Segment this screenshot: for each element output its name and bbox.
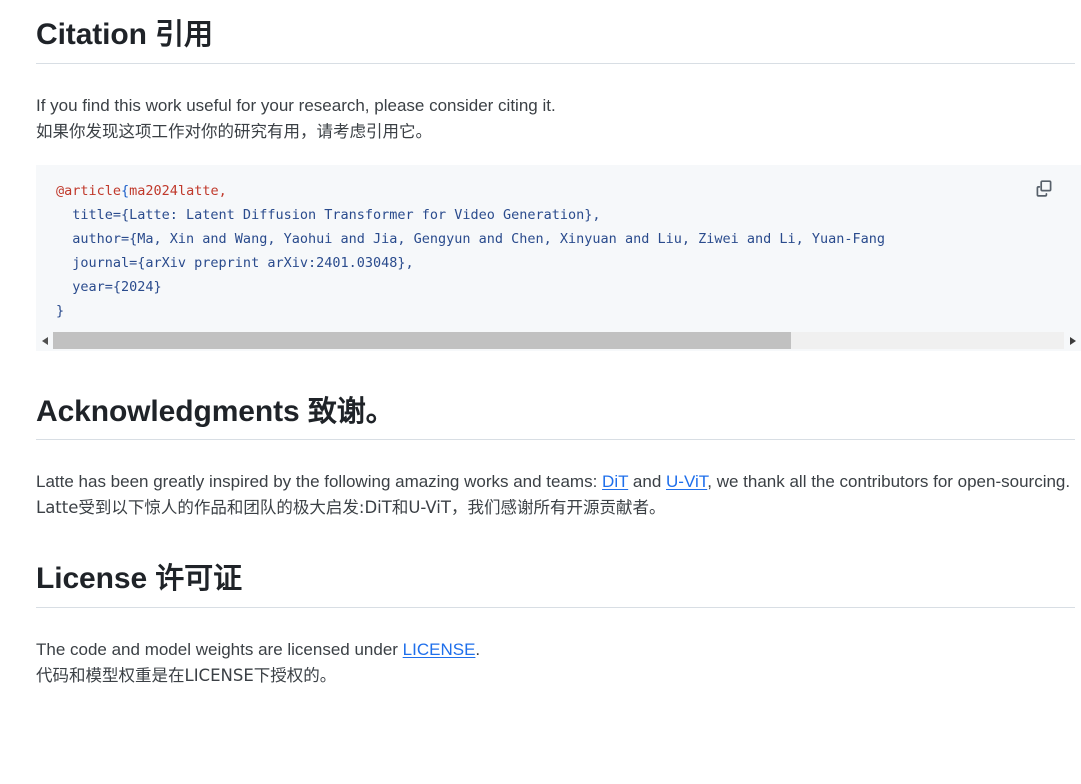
- scrollbar-track[interactable]: [53, 332, 1064, 350]
- license-paragraph-en: The code and model weights are licensed …: [36, 637, 1075, 663]
- code-horizontal-scrollbar[interactable]: [36, 330, 1081, 351]
- license-heading-cjk: 许可证: [155, 561, 242, 596]
- scrollbar-thumb[interactable]: [53, 332, 792, 350]
- citation-heading: Citation 引用: [36, 17, 1075, 64]
- citation-code-block: @article{ma2024latte, title={Latte: Late…: [36, 164, 1081, 351]
- acknowledgments-heading-en: Acknowledgments: [36, 394, 300, 428]
- license-paragraph-cjk: 代码和模型权重是在LICENSE下授权的。: [36, 663, 1075, 689]
- code-open-brace: {: [121, 182, 130, 199]
- citation-heading-en: Citation: [36, 18, 147, 51]
- license-text-part2: .: [475, 639, 481, 659]
- acknowledgments-heading-cjk: 致谢。: [307, 393, 395, 428]
- ack-text-part1: Latte has been greatly inspired by the f…: [36, 472, 603, 492]
- link-u-vit[interactable]: U-ViT: [666, 472, 707, 491]
- license-heading: License 许可证: [36, 561, 1075, 608]
- copy-icon[interactable]: [1031, 175, 1057, 201]
- chevron-right-glyph: [1069, 336, 1076, 345]
- ack-text-part2: and: [628, 472, 666, 492]
- acknowledgments-heading: Acknowledgments 致谢。: [36, 394, 1075, 441]
- license-text-part1: The code and model weights are licensed …: [36, 639, 403, 659]
- license-paragraph-cjk-text: 代码和模型权重是在LICENSE下授权的。: [36, 665, 337, 685]
- chevron-left-glyph: [41, 336, 48, 345]
- bibtex-code[interactable]: @article{ma2024latte, title={Latte: Late…: [36, 165, 1081, 331]
- citation-heading-cjk: 引用: [155, 17, 213, 51]
- code-line-title: title={Latte: Latent Diffusion Transform…: [56, 206, 601, 223]
- link-dit[interactable]: DiT: [602, 472, 628, 491]
- document-page: Citation 引用 If you find this work useful…: [0, 17, 1081, 784]
- acknowledgments-paragraph-en: Latte has been greatly inspired by the f…: [36, 469, 1075, 495]
- acknowledgments-paragraph-cjk-text: Latte受到以下惊人的作品和团队的极大启发:DiT和U-ViT，我们感谢所有开…: [36, 498, 666, 518]
- code-line-year: year={2024}: [56, 278, 162, 295]
- ack-text-part3: , we thank all the contributors for open…: [707, 472, 1071, 492]
- chevron-right-icon[interactable]: [1064, 332, 1081, 350]
- chevron-left-icon[interactable]: [36, 332, 53, 350]
- link-license[interactable]: LICENSE: [403, 640, 476, 659]
- code-line-journal: journal={arXiv preprint arXiv:2401.03048…: [56, 254, 414, 271]
- code-line-close: }: [56, 302, 65, 319]
- code-cite-key: ma2024latte,: [129, 182, 227, 199]
- code-line-author: author={Ma, Xin and Wang, Yaohui and Jia…: [56, 230, 886, 247]
- code-entry-type: @article: [56, 182, 122, 199]
- acknowledgments-paragraph-cjk: Latte受到以下惊人的作品和团队的极大启发:DiT和U-ViT，我们感谢所有开…: [36, 495, 1075, 521]
- citation-paragraph-cjk: 如果你发现这项工作对你的研究有用，请考虑引用它。: [36, 119, 1075, 145]
- citation-paragraph-cjk-text: 如果你发现这项工作对你的研究有用，请考虑引用它。: [36, 121, 432, 141]
- citation-paragraph-en: If you find this work useful for your re…: [36, 95, 556, 115]
- license-heading-en: License: [36, 562, 148, 596]
